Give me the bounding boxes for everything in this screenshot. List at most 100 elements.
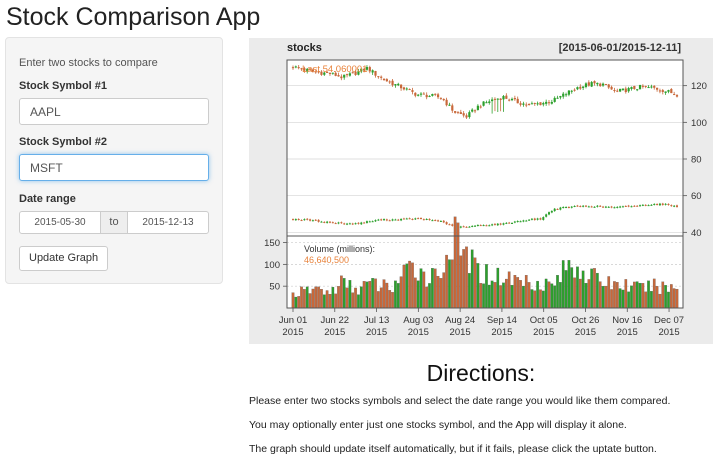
msft-candle: [476, 224, 479, 226]
aapl-candle: [658, 90, 662, 92]
volume-bar: [459, 255, 463, 309]
msft-candle: [306, 218, 309, 220]
volume-bar: [331, 286, 335, 309]
volume-bar: [613, 281, 616, 309]
msft-candle: [391, 219, 394, 221]
volume-bar: [627, 291, 630, 309]
symbol1-input[interactable]: [19, 98, 209, 125]
volume-bar: [413, 277, 417, 309]
aapl-candle: [397, 83, 400, 86]
msft-candle: [334, 223, 337, 225]
msft-candle: [496, 223, 499, 226]
x-tick-label: Oct 05: [530, 315, 558, 326]
chart-title: stocks: [287, 42, 322, 54]
volume-bar: [473, 257, 477, 309]
x-tick-label: Aug 03: [403, 315, 433, 326]
msft-candle: [420, 218, 422, 220]
volume-bar: [664, 285, 667, 309]
msft-candle: [402, 218, 405, 220]
x-tick-year: 2015: [533, 327, 554, 338]
msft-candle: [482, 225, 485, 227]
msft-candle: [462, 226, 465, 228]
volume-bar: [391, 292, 394, 309]
aapl-candle: [431, 93, 434, 96]
aapl-candle: [371, 70, 374, 73]
volume-bar: [556, 275, 559, 309]
msft-candle: [297, 218, 300, 220]
aapl-candle: [459, 112, 462, 114]
msft-candle: [348, 223, 351, 225]
msft-candle: [548, 212, 550, 215]
msft-candle: [647, 205, 650, 207]
msft-candle: [354, 223, 357, 225]
volume-bar: [416, 280, 420, 309]
aapl-candle: [502, 96, 505, 100]
aapl-candle: [539, 102, 542, 106]
stock-chart-svg: stocks [2015-06-01/2015-12-11] Last 54.0…: [249, 38, 713, 344]
aapl-candle: [627, 88, 630, 92]
msft-candle: [596, 205, 599, 207]
input-panel: Enter two stocks to compare Stock Symbol…: [5, 37, 223, 284]
volume-bar: [650, 291, 653, 309]
msft-candle: [633, 205, 636, 207]
x-tick-year: 2015: [617, 327, 638, 338]
volume-bar: [317, 286, 320, 309]
date-start-input[interactable]: 2015-05-30: [19, 211, 101, 234]
msft-candle: [311, 220, 314, 222]
price-tick-label: 60: [691, 191, 702, 202]
aapl-candle: [647, 87, 650, 89]
volume-bar: [598, 281, 602, 309]
volume-bar: [453, 216, 457, 309]
msft-candle: [587, 206, 590, 208]
volume-bar: [303, 289, 306, 309]
directions-title: Directions:: [426, 360, 536, 386]
aapl-candle: [337, 75, 340, 77]
aapl-candle: [462, 113, 465, 116]
aapl-candle: [638, 84, 642, 90]
symbol2-input[interactable]: [19, 154, 209, 181]
volume-bar: [530, 289, 534, 309]
msft-candle: [562, 207, 565, 209]
aapl-candle: [556, 97, 559, 99]
aapl-candle: [664, 91, 667, 93]
aapl-candle: [624, 88, 627, 93]
volume-bar: [357, 294, 360, 309]
aapl-candle: [621, 88, 625, 90]
volume-bar: [408, 260, 411, 309]
aapl-candle: [425, 94, 428, 98]
aapl-candle: [579, 86, 582, 89]
msft-candle: [317, 219, 320, 222]
date-end-input[interactable]: 2015-12-13: [127, 211, 209, 234]
aapl-candle: [385, 79, 388, 82]
msft-candle: [667, 203, 670, 205]
price-tick-label: 100: [691, 118, 707, 129]
volume-bar: [433, 268, 437, 309]
aapl-candle: [547, 102, 551, 104]
volume-bar: [399, 276, 403, 309]
aapl-candle: [576, 87, 579, 90]
volume-bar: [607, 276, 611, 309]
aapl-candle: [607, 84, 610, 88]
aapl-candle: [667, 90, 670, 92]
msft-candle: [499, 223, 502, 225]
aapl-candle: [530, 103, 534, 105]
volume-bar: [368, 281, 372, 309]
msft-candle: [397, 219, 400, 221]
aapl-candle: [596, 82, 599, 85]
volume-bar: [635, 281, 639, 309]
msft-candle: [408, 218, 411, 220]
volume-bar: [405, 263, 409, 309]
volume-bar: [633, 281, 636, 309]
aapl-candle: [630, 87, 633, 89]
volume-bar: [667, 291, 670, 309]
msft-candle: [451, 224, 454, 226]
volume-bar: [342, 278, 346, 309]
volume-bar: [669, 284, 673, 309]
msft-candle: [658, 203, 661, 206]
aapl-candle: [394, 84, 397, 86]
aapl-candle: [619, 88, 622, 92]
app-title: Stock Comparison App: [6, 3, 261, 31]
volume-bar: [590, 268, 593, 309]
volume-bar: [496, 267, 500, 309]
update-graph-button[interactable]: Update Graph: [19, 246, 109, 271]
